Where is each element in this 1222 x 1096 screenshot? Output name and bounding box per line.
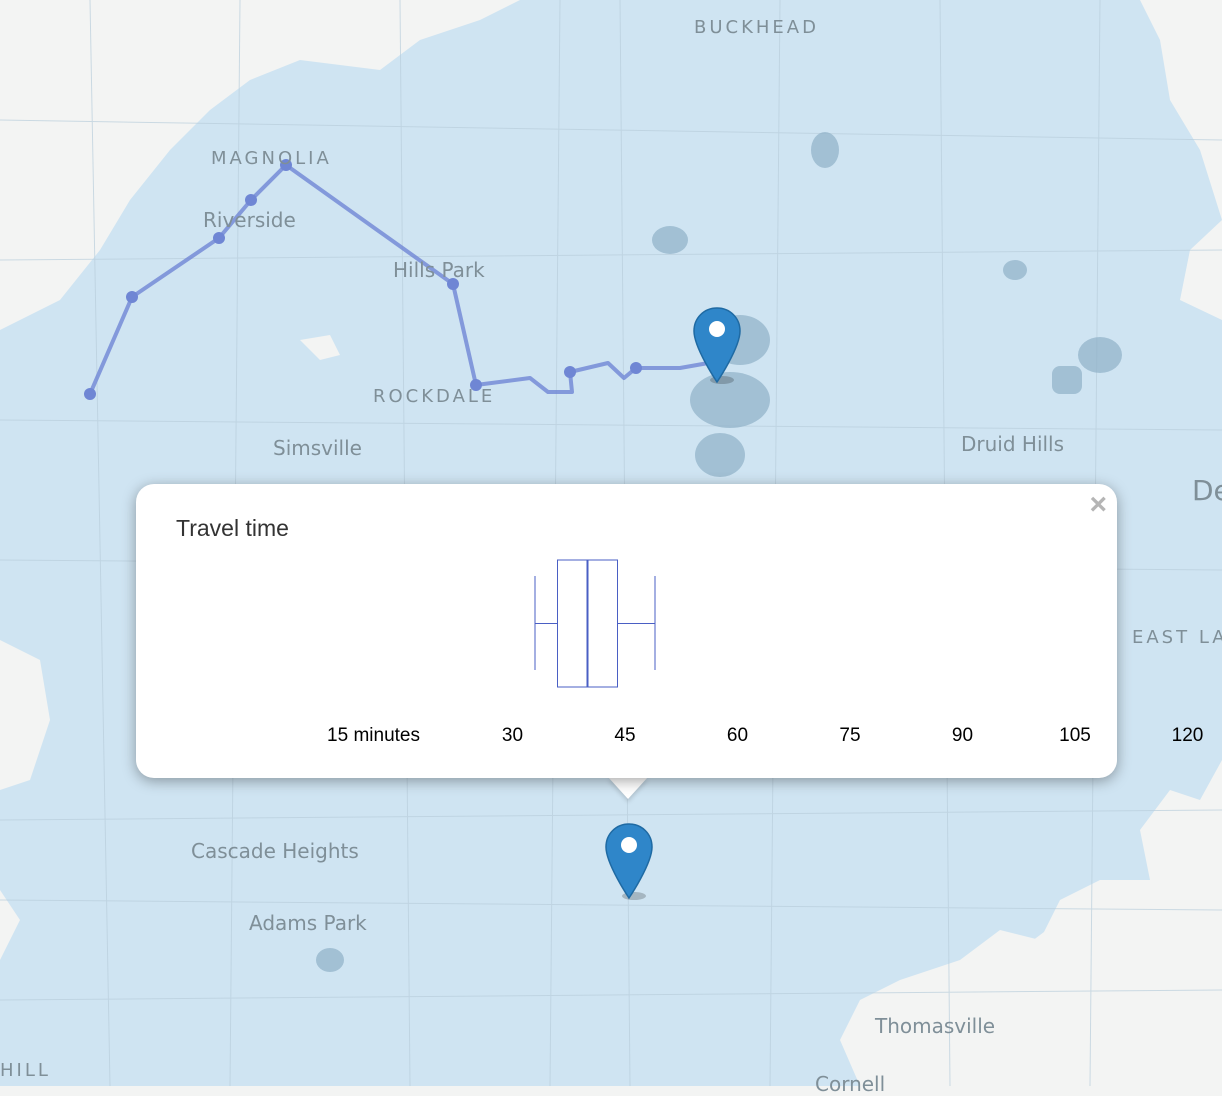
map-label-east-la: EAST LA: [1132, 627, 1222, 648]
map-label-hill: HILL: [0, 1060, 51, 1081]
map-label-magnolia: MAGNOLIA: [211, 148, 332, 169]
x-tick-label: 60: [726, 725, 749, 746]
map-label-simsville: Simsville: [273, 436, 362, 460]
map-label-riverside: Riverside: [203, 208, 296, 232]
map-label-cornell: Cornell: [815, 1072, 886, 1096]
travel-time-popup: Travel time × 15 minutes 30 45 60 75 90 105 120: [136, 484, 1203, 778]
route-stop: [213, 232, 225, 244]
map-label-cascade-heights: Cascade Heights: [191, 839, 359, 863]
origin-pin-icon[interactable]: [692, 306, 742, 384]
destination-pin-icon[interactable]: [604, 822, 654, 900]
map-label-de: De: [1192, 474, 1222, 507]
route-stop: [126, 291, 138, 303]
map-label-druid-hills: Druid Hills: [961, 432, 1065, 456]
map-label-thomasville: Thomasville: [875, 1014, 996, 1038]
x-tick-label: 15 minutes: [327, 725, 420, 746]
route-stop: [630, 362, 642, 374]
map-label-buckhead: BUCKHEAD: [694, 17, 819, 38]
route-stop: [245, 194, 257, 206]
map-label-rockdale: ROCKDALE: [373, 386, 496, 407]
popup-tip: [608, 777, 648, 799]
x-tick-label: 90: [951, 725, 974, 746]
x-tick-label: 120: [1171, 725, 1204, 746]
map-label-hills-park: Hills Park: [393, 258, 485, 282]
route-stop: [564, 366, 576, 378]
x-tick-label: 105: [1059, 725, 1091, 746]
x-tick-label: 75: [839, 725, 861, 746]
x-tick-label: 45: [614, 725, 636, 746]
map-label-adams-park: Adams Park: [249, 911, 367, 935]
x-tick-label: 30: [501, 725, 524, 746]
route-stop: [84, 388, 96, 400]
